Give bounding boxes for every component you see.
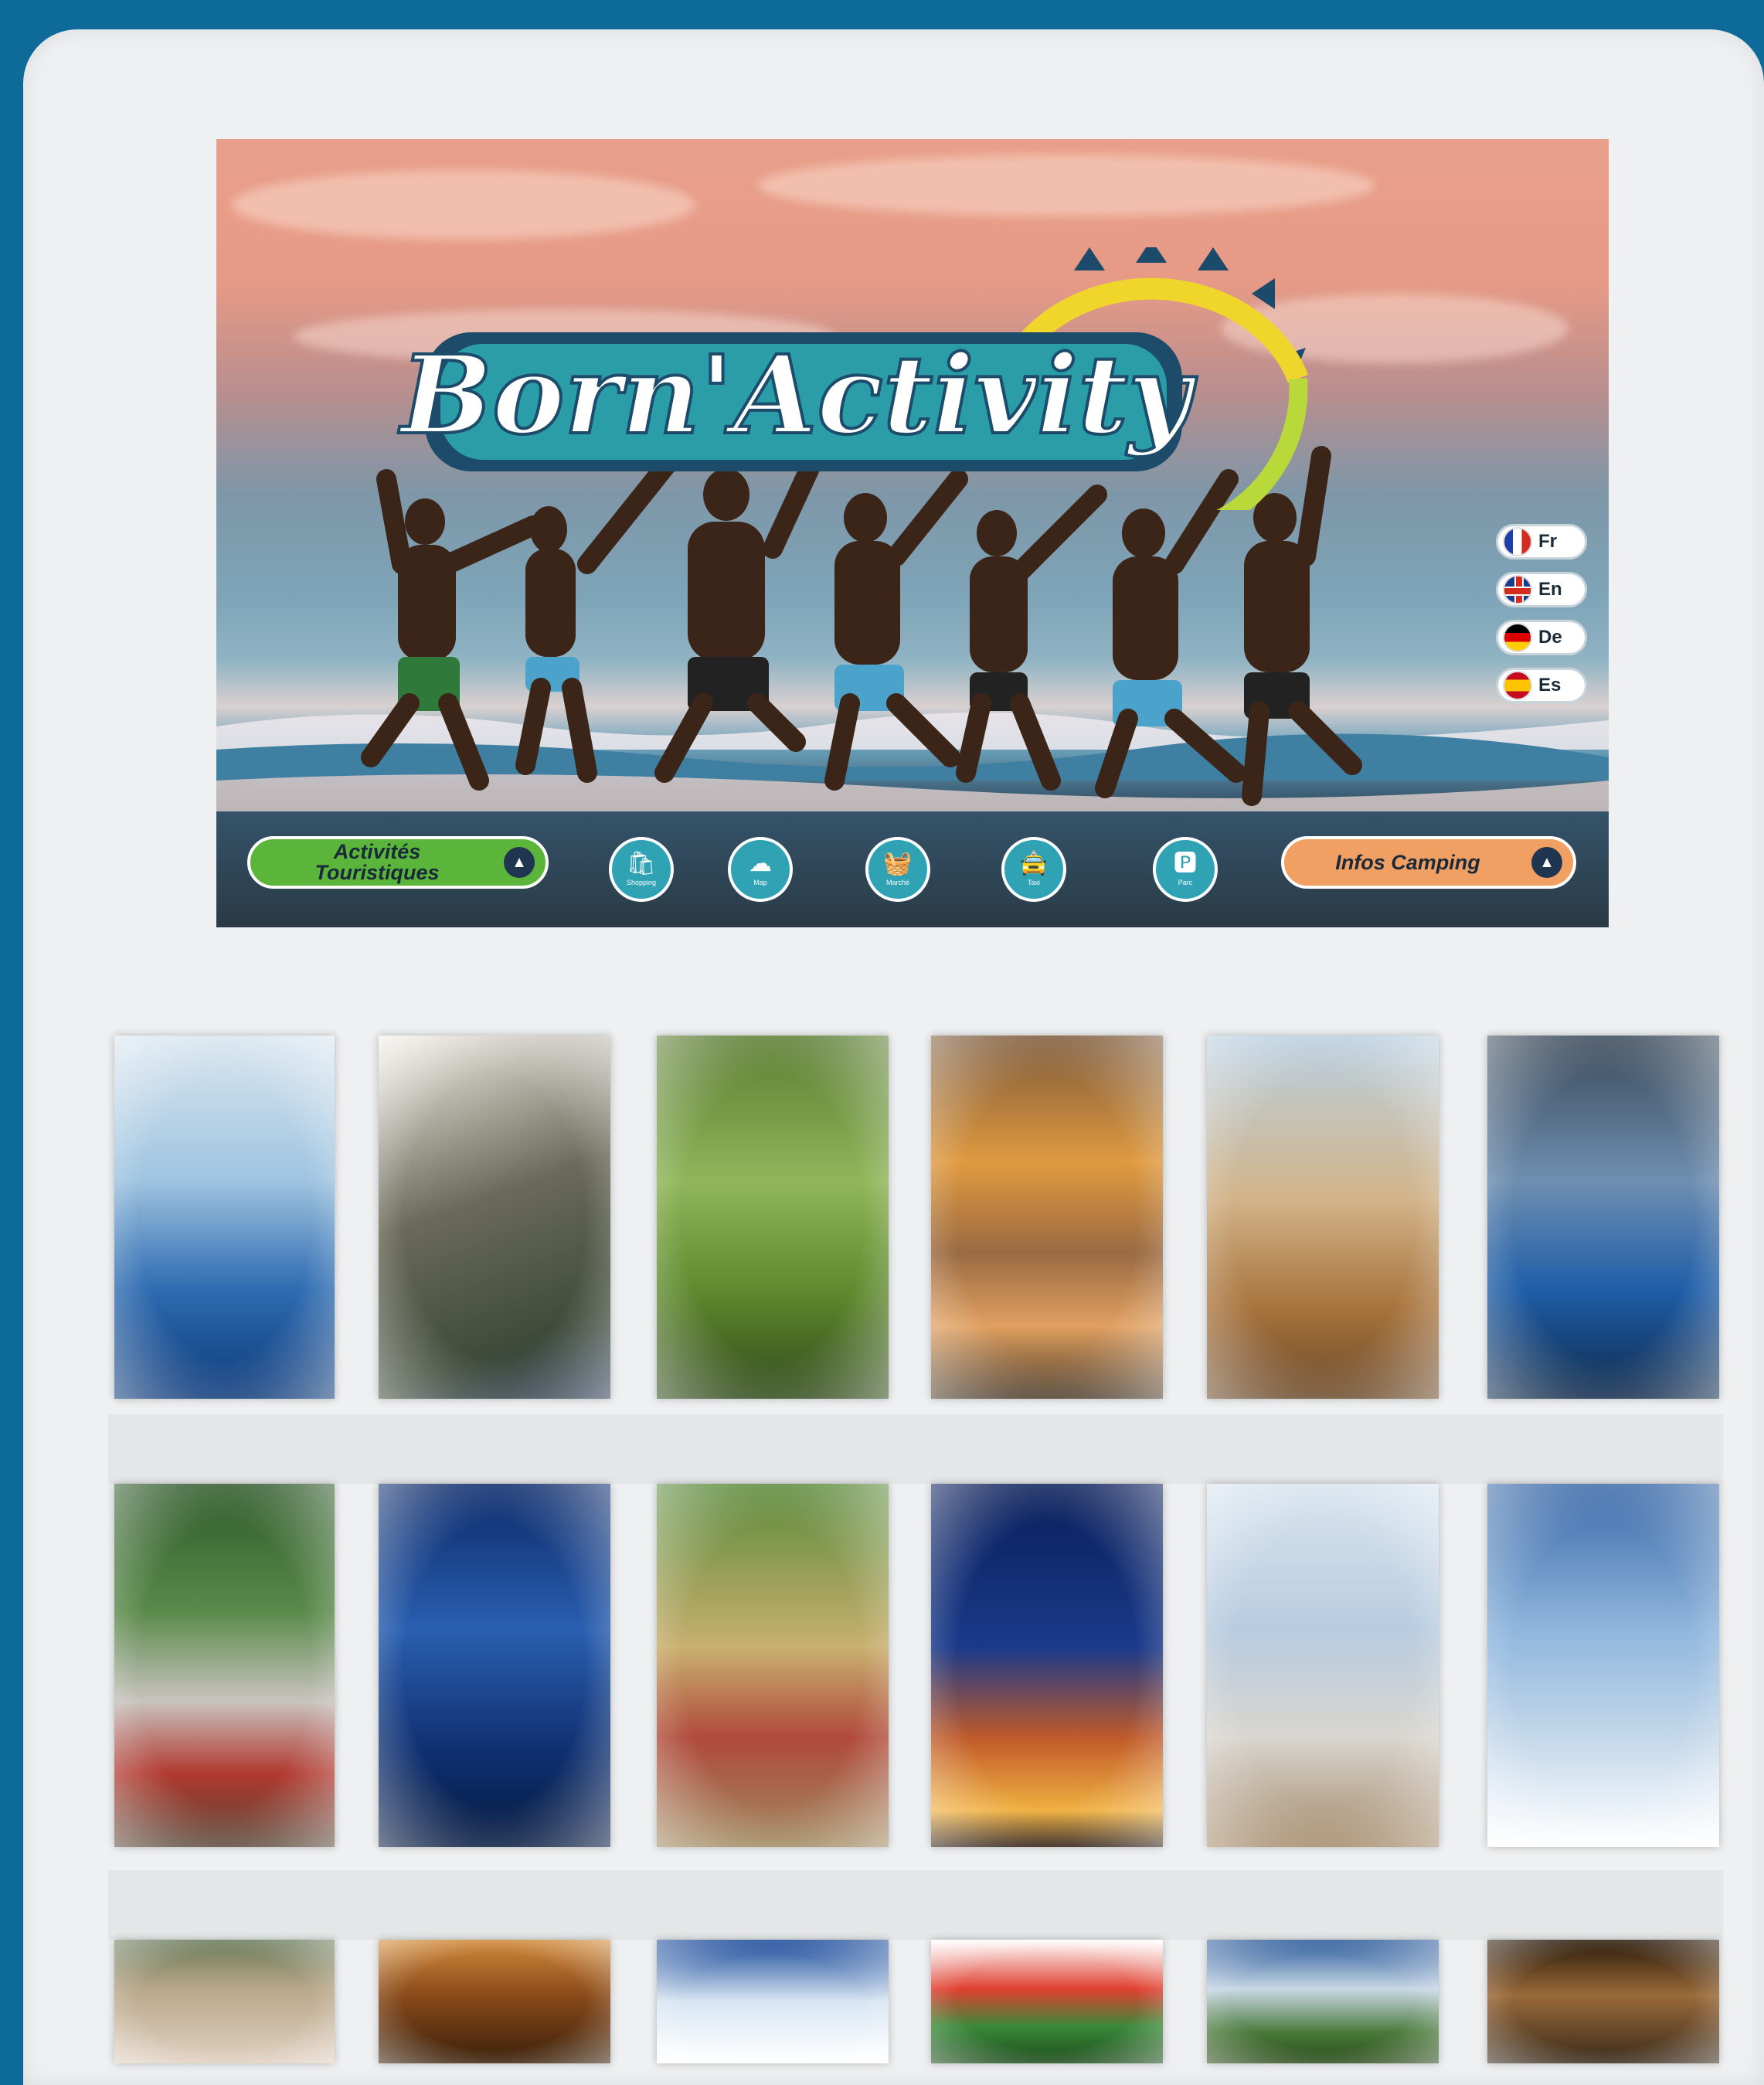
infos-camping-label: Infos Camping <box>1335 850 1480 874</box>
infos-camping-button[interactable]: Infos Camping ▲ <box>1281 836 1576 889</box>
go-kart-tile[interactable] <box>657 1484 889 1847</box>
language-code: En <box>1538 579 1562 600</box>
icon-button-label: Shopping <box>626 879 657 886</box>
button-line1: Activités <box>333 840 421 863</box>
activites-touristiques-label: Activités Touristiques <box>250 842 504 883</box>
fairground-tile[interactable] <box>931 1484 1163 1847</box>
row-divider <box>108 1414 1723 1484</box>
amusement-tile[interactable] <box>114 1484 335 1847</box>
chevron-up-icon: ▲ <box>1531 847 1562 878</box>
uk-flag-icon <box>1503 575 1532 604</box>
parking-icon: 🅿 <box>1174 851 1197 876</box>
cave-tile[interactable] <box>379 1940 610 2063</box>
market-button[interactable]: 🧺 Marché <box>865 837 930 902</box>
countryside-tile[interactable] <box>1207 1940 1439 2063</box>
paintball-tile[interactable] <box>379 1036 610 1399</box>
map-button[interactable]: ☁ Map <box>728 837 793 902</box>
tile-vignette <box>379 1036 610 1399</box>
language-fr-button[interactable]: Fr <box>1496 524 1587 560</box>
wine-cellar-tile[interactable] <box>1487 1940 1719 2063</box>
dessert-tile[interactable] <box>931 1940 1163 2063</box>
chevron-up-icon: ▲ <box>504 847 535 878</box>
icon-button-label: Parc <box>1178 879 1193 886</box>
market-icon: 🧺 <box>883 851 913 876</box>
animal-park-tile[interactable] <box>114 1940 335 2063</box>
taxi-button[interactable]: 🚖 Taxi <box>1001 837 1066 902</box>
fishing-tile[interactable] <box>1487 1484 1719 1847</box>
tile-vignette <box>1207 1036 1439 1399</box>
rafting-tile[interactable] <box>931 1036 1163 1399</box>
tile-vignette <box>114 1484 335 1847</box>
beach-tile[interactable] <box>657 1940 889 2063</box>
tile-vignette <box>114 1940 335 2063</box>
logo-text: Born'Activity <box>398 332 1198 459</box>
hero-banner: Born'Activity Fr En De Es Activités Tour… <box>216 139 1609 927</box>
shopping-button[interactable]: 🛍 Shopping <box>609 837 674 902</box>
quad-tile[interactable] <box>1207 1036 1439 1399</box>
france-flag-icon <box>1503 527 1532 556</box>
sky-cloud <box>757 155 1375 216</box>
language-de-button[interactable]: De <box>1496 620 1587 655</box>
icon-button-label: Taxi <box>1027 879 1040 886</box>
shopping-icon: 🛍 <box>626 851 657 876</box>
tile-vignette <box>657 1036 889 1399</box>
tile-vignette <box>657 1484 889 1847</box>
tile-vignette <box>657 1940 889 2063</box>
sky-cloud <box>232 170 695 240</box>
parking-button[interactable]: 🅿 Parc <box>1153 837 1218 902</box>
tile-vignette <box>1487 1940 1719 2063</box>
germany-flag-icon <box>1503 623 1532 652</box>
language-code: De <box>1538 627 1562 648</box>
jet-ski-tile[interactable] <box>114 1036 335 1399</box>
activites-touristiques-button[interactable]: Activités Touristiques ▲ <box>247 836 549 889</box>
row-divider <box>108 1870 1723 1940</box>
born-activity-logo: Born'Activity <box>396 247 1309 510</box>
tile-vignette <box>931 1036 1163 1399</box>
rope-bridge-tile[interactable] <box>657 1036 889 1399</box>
tile-vignette <box>379 1484 610 1847</box>
language-code: Es <box>1538 675 1562 696</box>
tile-vignette <box>1207 1940 1439 2063</box>
tile-vignette <box>379 1940 610 2063</box>
icon-button-label: Map <box>753 879 767 886</box>
tile-vignette <box>1207 1484 1439 1847</box>
icon-button-label: Marché <box>885 879 909 886</box>
vr-tile[interactable] <box>1487 1036 1719 1399</box>
language-es-button[interactable]: Es <box>1496 668 1587 703</box>
tile-vignette <box>931 1940 1163 2063</box>
tile-vignette <box>931 1484 1163 1847</box>
horse-riding-tile[interactable] <box>1207 1484 1439 1847</box>
map-icon: ☁ <box>749 851 772 876</box>
language-en-button[interactable]: En <box>1496 572 1587 607</box>
language-code: Fr <box>1538 531 1557 552</box>
button-line2: Touristiques <box>314 861 440 884</box>
taxi-icon: 🚖 <box>1019 851 1049 876</box>
tile-vignette <box>1487 1036 1719 1399</box>
tile-vignette <box>1487 1484 1719 1847</box>
laser-tile[interactable] <box>379 1484 610 1847</box>
tile-vignette <box>114 1036 335 1399</box>
spain-flag-icon <box>1503 671 1532 700</box>
